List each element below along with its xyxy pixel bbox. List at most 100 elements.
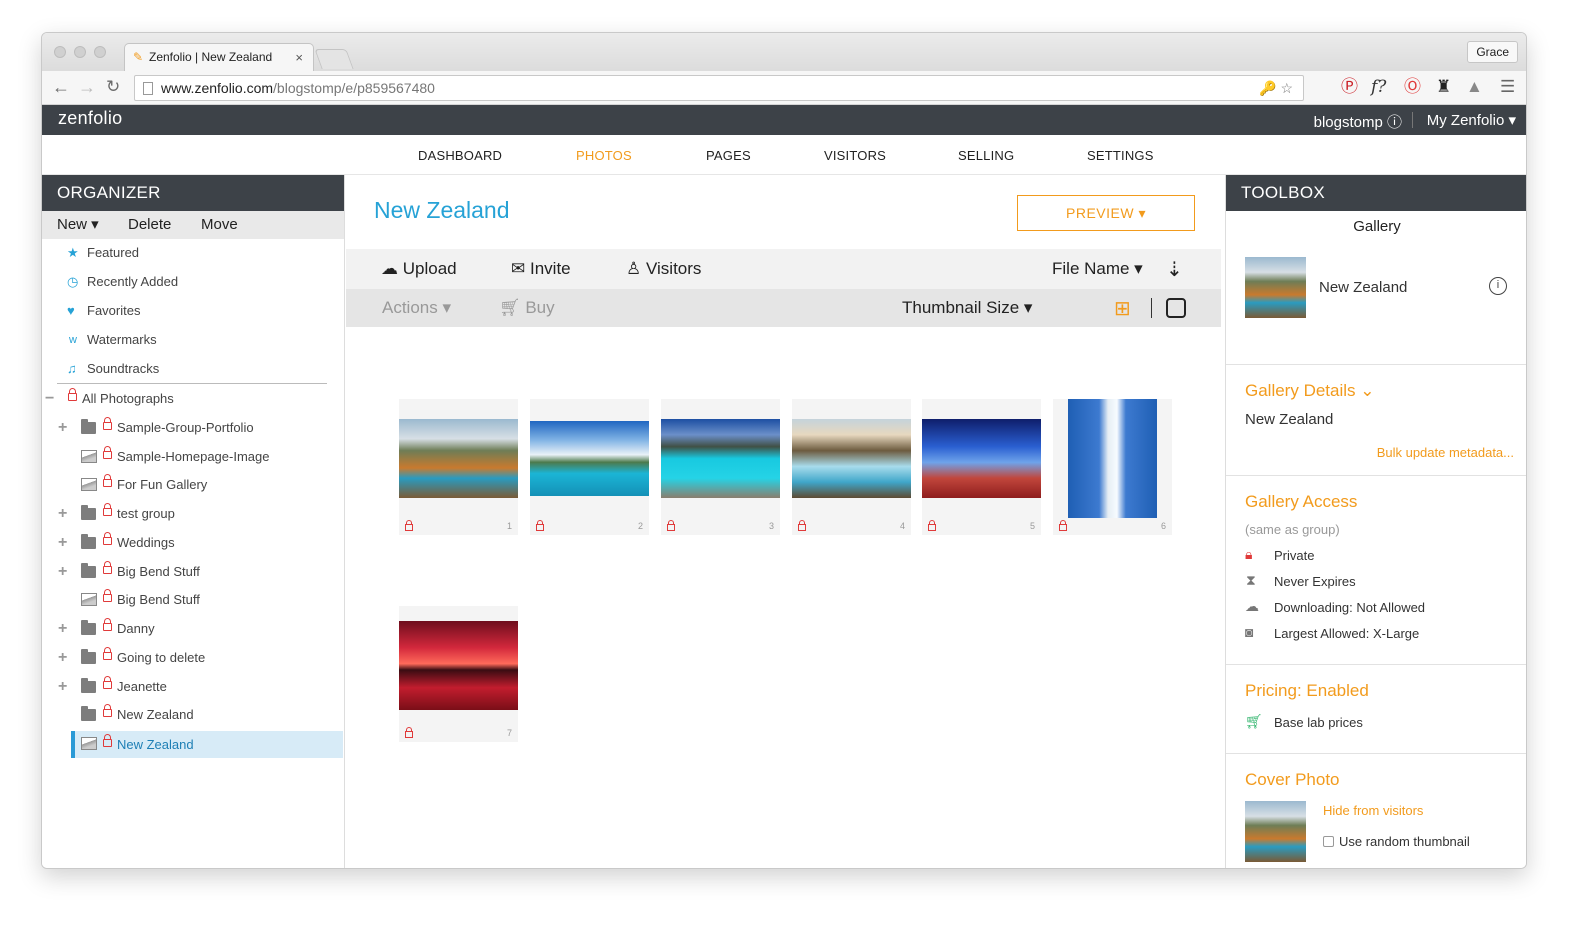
organizer-item-recently-added[interactable]: ◷ Recently Added [42, 270, 342, 294]
tree-item[interactable]: + Danny [42, 617, 342, 641]
zenfolio-favicon-icon: ✎ [133, 50, 144, 64]
menu-icon[interactable]: ☰ [1500, 78, 1515, 96]
user-account-link[interactable]: blogstomp ⓘ [1314, 111, 1402, 132]
expand-icon[interactable]: + [58, 646, 67, 670]
tree-item[interactable]: + test group [42, 502, 342, 526]
tab-gallery[interactable]: Gallery [1226, 211, 1526, 243]
invite-button[interactable]: ✉ Invite [511, 259, 571, 279]
opera-extension-icon[interactable]: Ⓞ [1404, 78, 1421, 96]
browser-titlebar: ✎ Zenfolio | New Zealand × Grace [42, 33, 1526, 71]
tree-item[interactable]: + Big Bend Stuff [42, 560, 342, 584]
lock-icon [68, 388, 77, 401]
collapse-icon[interactable]: − [45, 387, 54, 411]
expand-icon[interactable]: + [58, 502, 67, 526]
reload-icon[interactable]: ↻ [106, 77, 120, 97]
browser-tab[interactable]: ✎ Zenfolio | New Zealand × [124, 43, 314, 71]
tree-item[interactable]: + Going to delete [42, 646, 342, 670]
back-icon[interactable]: ← [52, 77, 70, 98]
organizer-item-featured[interactable]: ★ Featured [42, 241, 342, 265]
photo-number: 2 [637, 521, 643, 531]
minimize-window-button[interactable] [74, 46, 86, 58]
new-menu-button[interactable]: New ▾ [57, 211, 99, 239]
expand-icon[interactable]: + [58, 675, 67, 699]
url-input[interactable]: www.zenfolio.com/blogstomp/e/p859567480 … [134, 75, 1304, 101]
maximize-window-button[interactable] [94, 46, 106, 58]
profile-button[interactable]: Grace [1467, 41, 1518, 63]
thumbnail-size-dropdown[interactable]: Thumbnail Size ▾ [902, 298, 1032, 318]
cart-icon: 🛒︎ [1245, 713, 1263, 729]
tab-close-icon[interactable]: × [295, 44, 303, 71]
pricing-heading[interactable]: Pricing: Enabled [1245, 681, 1369, 701]
gallery-details-toggle[interactable]: Gallery Details ⌄ [1245, 381, 1375, 401]
drive-extension-icon[interactable]: ▲ [1466, 78, 1483, 96]
pinterest-icon[interactable]: Ⓟ [1341, 78, 1358, 96]
upload-label: Upload [402, 259, 457, 278]
tree-item[interactable]: Sample-Homepage-Image [42, 445, 342, 469]
lock-icon [103, 474, 112, 487]
tree-item-selected[interactable]: New Zealand [75, 731, 343, 758]
font-identifier-icon[interactable]: f? [1371, 78, 1386, 96]
owl-extension-icon[interactable]: ♜ [1436, 78, 1451, 96]
photo-thumbnail[interactable]: 5 [922, 399, 1041, 535]
forward-icon[interactable]: → [78, 77, 96, 98]
expand-icon[interactable]: + [58, 560, 67, 584]
tree-item[interactable]: New Zealand [42, 703, 342, 727]
single-view-icon[interactable] [1166, 298, 1186, 318]
delete-button[interactable]: Delete [128, 211, 171, 239]
photo-thumbnail[interactable]: 2 [530, 399, 649, 535]
bulk-update-link[interactable]: Bulk update metadata... [1377, 445, 1514, 460]
tree-item[interactable]: Big Bend Stuff [42, 588, 342, 612]
nav-pages[interactable]: PAGES [706, 148, 751, 163]
visitors-button[interactable]: ♙ Visitors [626, 259, 701, 279]
photo-thumbnail[interactable]: 4 [792, 399, 911, 535]
expand-icon[interactable]: + [58, 617, 67, 641]
sort-dropdown[interactable]: File Name ▾ [1052, 259, 1143, 279]
sort-order-icon[interactable]: ⇣ [1166, 257, 1183, 282]
organizer-item-soundtracks[interactable]: ♫ Soundtracks [42, 357, 342, 381]
cloud-download-icon: ☁ [1245, 598, 1259, 614]
gallery-access-heading[interactable]: Gallery Access [1245, 492, 1357, 512]
info-icon[interactable]: i [1489, 277, 1507, 295]
cover-thumbnail[interactable] [1245, 801, 1306, 862]
grid-view-icon[interactable]: ⊞ [1114, 296, 1131, 321]
photo-image [530, 421, 649, 496]
tree-item[interactable]: + Jeanette [42, 675, 342, 699]
nav-settings[interactable]: SETTINGS [1087, 148, 1154, 163]
move-button[interactable]: Move [201, 211, 238, 239]
buy-button[interactable]: 🛒︎ Buy [499, 298, 555, 318]
new-tab-button[interactable] [314, 49, 354, 69]
lock-icon [405, 520, 413, 531]
tree-item[interactable]: For Fun Gallery [42, 473, 342, 497]
close-window-button[interactable] [54, 46, 66, 58]
organizer-item-favorites[interactable]: ♥ Favorites [42, 299, 342, 323]
upload-button[interactable]: ☁ Upload [381, 259, 457, 279]
photo-image [399, 419, 518, 498]
photo-thumbnail[interactable]: 3 [661, 399, 780, 535]
preview-button[interactable]: PREVIEW ▾ [1017, 195, 1195, 231]
pricing-value: Base lab prices [1274, 715, 1363, 730]
folder-icon [81, 620, 96, 635]
nav-visitors[interactable]: VISITORS [824, 148, 886, 163]
tree-item-label: All Photographs [82, 391, 174, 406]
lock-icon [103, 446, 112, 459]
bookmark-star-icon[interactable]: 🔑 ☆ [1259, 76, 1293, 100]
tree-item[interactable]: + Weddings [42, 531, 342, 555]
tree-item-all-photographs[interactable]: − All Photographs [42, 387, 342, 411]
photo-thumbnail[interactable]: 7 [399, 606, 518, 742]
organizer-item-watermarks[interactable]: w Watermarks [42, 328, 342, 352]
nav-photos[interactable]: PHOTOS [576, 148, 632, 163]
photo-thumbnail[interactable]: 6 [1053, 399, 1172, 535]
hide-from-visitors-link[interactable]: Hide from visitors [1323, 803, 1423, 818]
my-zenfolio-menu[interactable]: My Zenfolio ▾ [1427, 111, 1516, 129]
actions-dropdown[interactable]: Actions ▾ [382, 298, 451, 318]
photo-thumbnail[interactable]: 1 [399, 399, 518, 535]
nav-selling[interactable]: SELLING [958, 148, 1014, 163]
tree-item[interactable]: + Sample-Group-Portfolio [42, 416, 342, 440]
zenfolio-logo[interactable]: zenfolio [58, 108, 122, 129]
nav-dashboard[interactable]: DASHBOARD [418, 148, 502, 163]
random-thumbnail-checkbox[interactable] [1323, 836, 1334, 847]
expand-icon[interactable]: + [58, 531, 67, 555]
folder-icon [81, 678, 96, 693]
expand-icon[interactable]: + [58, 416, 67, 440]
tree-item-label: For Fun Gallery [117, 477, 208, 492]
